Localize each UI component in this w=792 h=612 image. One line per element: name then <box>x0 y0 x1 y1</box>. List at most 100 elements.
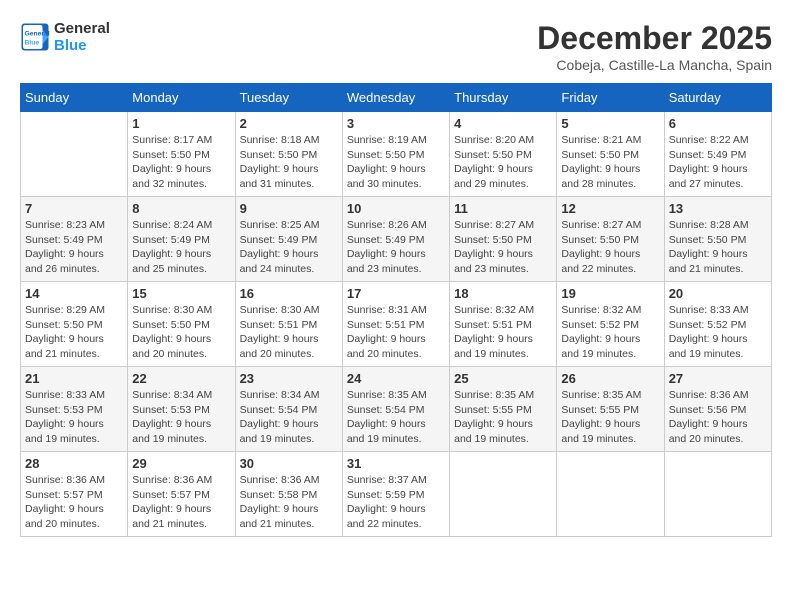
weekday-header-saturday: Saturday <box>664 84 771 112</box>
day-number: 11 <box>454 201 552 216</box>
day-number: 14 <box>25 286 123 301</box>
calendar-cell: 18Sunrise: 8:32 AMSunset: 5:51 PMDayligh… <box>450 282 557 367</box>
calendar-cell: 2 Sunrise: 8:18 AMSunset: 5:50 PMDaylight… <box>235 112 342 197</box>
calendar-week-row: 21Sunrise: 8:33 AMSunset: 5:53 PMDayligh… <box>21 367 772 452</box>
calendar-cell: 1 Sunrise: 8:17 AMSunset: 5:50 PMDaylight… <box>128 112 235 197</box>
day-info: Sunrise: 8:37 AMSunset: 5:59 PMDaylight:… <box>347 473 445 532</box>
day-number: 13 <box>669 201 767 216</box>
weekday-header-thursday: Thursday <box>450 84 557 112</box>
day-number: 31 <box>347 456 445 471</box>
page-header: General Blue General Blue December 2025 … <box>20 20 772 73</box>
day-number: 29 <box>132 456 230 471</box>
day-number: 15 <box>132 286 230 301</box>
day-number: 19 <box>561 286 659 301</box>
day-info: Sunrise: 8:21 AMSunset: 5:50 PMDaylight:… <box>561 133 659 192</box>
day-info: Sunrise: 8:35 AMSunset: 5:55 PMDaylight:… <box>454 388 552 447</box>
calendar-week-row: 28 Sunrise: 8:36 AMSunset: 5:57 PMDayligh… <box>21 452 772 537</box>
day-info: Sunrise: 8:34 AMSunset: 5:53 PMDaylight:… <box>132 388 230 447</box>
calendar-cell: 8Sunrise: 8:24 AMSunset: 5:49 PMDaylight… <box>128 197 235 282</box>
calendar-cell: 15 Sunrise: 8:30 AMSunset: 5:50 PMDayligh… <box>128 282 235 367</box>
calendar-cell: 4Sunrise: 8:20 AMSunset: 5:50 PMDaylight… <box>450 112 557 197</box>
day-number: 17 <box>347 286 445 301</box>
weekday-header-row: SundayMondayTuesdayWednesdayThursdayFrid… <box>21 84 772 112</box>
day-info: Sunrise: 8:30 AMSunset: 5:51 PMDaylight:… <box>240 303 338 362</box>
day-number: 2 <box>240 116 338 131</box>
calendar-cell: 19 Sunrise: 8:32 AMSunset: 5:52 PMDayligh… <box>557 282 664 367</box>
day-info: Sunrise: 8:36 AMSunset: 5:58 PMDaylight:… <box>240 473 338 532</box>
location: Cobeja, Castille-La Mancha, Spain <box>537 57 772 73</box>
day-info: Sunrise: 8:30 AMSunset: 5:50 PMDaylight:… <box>132 303 230 362</box>
day-info: Sunrise: 8:31 AMSunset: 5:51 PMDaylight:… <box>347 303 445 362</box>
day-info: Sunrise: 8:35 AMSunset: 5:55 PMDaylight:… <box>561 388 659 447</box>
calendar-cell <box>21 112 128 197</box>
calendar-cell: 9Sunrise: 8:25 AMSunset: 5:49 PMDaylight… <box>235 197 342 282</box>
calendar-cell: 17 Sunrise: 8:31 AMSunset: 5:51 PMDayligh… <box>342 282 449 367</box>
logo-line1: General <box>54 20 110 37</box>
day-number: 16 <box>240 286 338 301</box>
calendar-cell: 23 Sunrise: 8:34 AMSunset: 5:54 PMDayligh… <box>235 367 342 452</box>
calendar-cell: 11 Sunrise: 8:27 AMSunset: 5:50 PMDayligh… <box>450 197 557 282</box>
calendar-table: SundayMondayTuesdayWednesdayThursdayFrid… <box>20 83 772 537</box>
calendar-cell <box>450 452 557 537</box>
day-info: Sunrise: 8:36 AMSunset: 5:57 PMDaylight:… <box>25 473 123 532</box>
calendar-cell: 21Sunrise: 8:33 AMSunset: 5:53 PMDayligh… <box>21 367 128 452</box>
day-number: 12 <box>561 201 659 216</box>
day-number: 20 <box>669 286 767 301</box>
calendar-cell: 5 Sunrise: 8:21 AMSunset: 5:50 PMDaylight… <box>557 112 664 197</box>
day-info: Sunrise: 8:24 AMSunset: 5:49 PMDaylight:… <box>132 218 230 277</box>
svg-text:Blue: Blue <box>25 40 40 47</box>
day-info: Sunrise: 8:27 AMSunset: 5:50 PMDaylight:… <box>454 218 552 277</box>
month-title: December 2025 <box>537 20 772 57</box>
day-number: 23 <box>240 371 338 386</box>
weekday-header-tuesday: Tuesday <box>235 84 342 112</box>
calendar-cell: 13 Sunrise: 8:28 AMSunset: 5:50 PMDayligh… <box>664 197 771 282</box>
day-number: 1 <box>132 116 230 131</box>
day-info: Sunrise: 8:17 AMSunset: 5:50 PMDaylight:… <box>132 133 230 192</box>
calendar-cell: 30 Sunrise: 8:36 AMSunset: 5:58 PMDayligh… <box>235 452 342 537</box>
day-info: Sunrise: 8:20 AMSunset: 5:50 PMDaylight:… <box>454 133 552 192</box>
day-number: 5 <box>561 116 659 131</box>
day-info: Sunrise: 8:26 AMSunset: 5:49 PMDaylight:… <box>347 218 445 277</box>
day-info: Sunrise: 8:18 AMSunset: 5:50 PMDaylight:… <box>240 133 338 192</box>
day-number: 30 <box>240 456 338 471</box>
day-number: 3 <box>347 116 445 131</box>
calendar-cell: 10 Sunrise: 8:26 AMSunset: 5:49 PMDayligh… <box>342 197 449 282</box>
day-info: Sunrise: 8:32 AMSunset: 5:52 PMDaylight:… <box>561 303 659 362</box>
svg-text:General: General <box>25 31 50 38</box>
calendar-cell: 24Sunrise: 8:35 AMSunset: 5:54 PMDayligh… <box>342 367 449 452</box>
calendar-cell: 12Sunrise: 8:27 AMSunset: 5:50 PMDayligh… <box>557 197 664 282</box>
day-number: 10 <box>347 201 445 216</box>
calendar-header: SundayMondayTuesdayWednesdayThursdayFrid… <box>21 84 772 112</box>
day-info: Sunrise: 8:34 AMSunset: 5:54 PMDaylight:… <box>240 388 338 447</box>
day-info: Sunrise: 8:19 AMSunset: 5:50 PMDaylight:… <box>347 133 445 192</box>
calendar-week-row: 14 Sunrise: 8:29 AMSunset: 5:50 PMDayligh… <box>21 282 772 367</box>
logo-line2: Blue <box>54 37 110 54</box>
calendar-cell <box>557 452 664 537</box>
day-number: 28 <box>25 456 123 471</box>
calendar-cell: 20 Sunrise: 8:33 AMSunset: 5:52 PMDayligh… <box>664 282 771 367</box>
weekday-header-monday: Monday <box>128 84 235 112</box>
calendar-cell: 7Sunrise: 8:23 AMSunset: 5:49 PMDaylight… <box>21 197 128 282</box>
calendar-cell: 16 Sunrise: 8:30 AMSunset: 5:51 PMDayligh… <box>235 282 342 367</box>
day-info: Sunrise: 8:36 AMSunset: 5:56 PMDaylight:… <box>669 388 767 447</box>
calendar-cell: 3 Sunrise: 8:19 AMSunset: 5:50 PMDaylight… <box>342 112 449 197</box>
day-info: Sunrise: 8:29 AMSunset: 5:50 PMDaylight:… <box>25 303 123 362</box>
day-number: 18 <box>454 286 552 301</box>
day-info: Sunrise: 8:28 AMSunset: 5:50 PMDaylight:… <box>669 218 767 277</box>
day-number: 25 <box>454 371 552 386</box>
day-number: 22 <box>132 371 230 386</box>
day-info: Sunrise: 8:36 AMSunset: 5:57 PMDaylight:… <box>132 473 230 532</box>
calendar-cell: 14 Sunrise: 8:29 AMSunset: 5:50 PMDayligh… <box>21 282 128 367</box>
day-number: 26 <box>561 371 659 386</box>
day-number: 24 <box>347 371 445 386</box>
day-number: 7 <box>25 201 123 216</box>
calendar-week-row: 7Sunrise: 8:23 AMSunset: 5:49 PMDaylight… <box>21 197 772 282</box>
day-number: 6 <box>669 116 767 131</box>
weekday-header-wednesday: Wednesday <box>342 84 449 112</box>
calendar-cell: 27 Sunrise: 8:36 AMSunset: 5:56 PMDayligh… <box>664 367 771 452</box>
day-info: Sunrise: 8:33 AMSunset: 5:52 PMDaylight:… <box>669 303 767 362</box>
weekday-header-sunday: Sunday <box>21 84 128 112</box>
logo: General Blue General Blue <box>20 20 110 54</box>
day-number: 27 <box>669 371 767 386</box>
logo-icon: General Blue <box>20 22 50 52</box>
